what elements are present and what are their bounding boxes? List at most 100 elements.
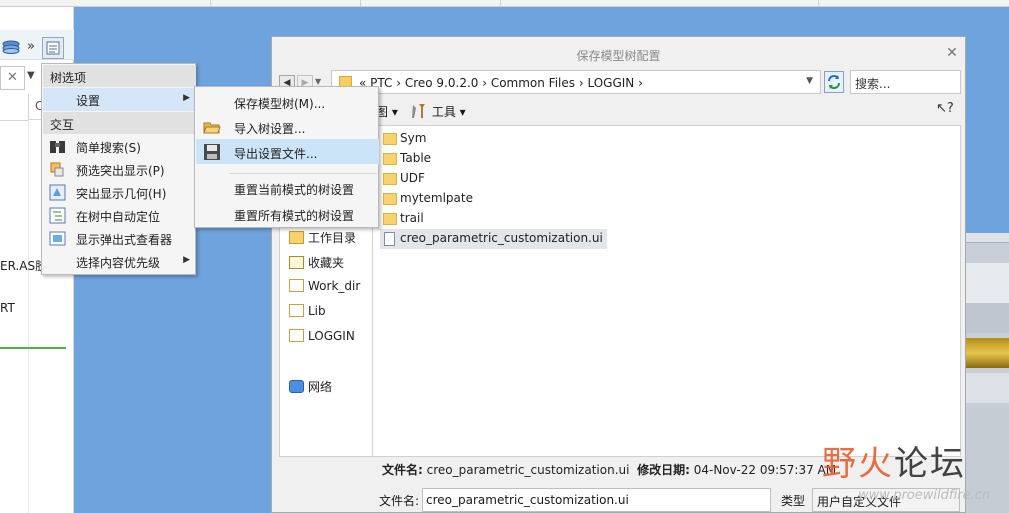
place-label: Work_dir [308,279,361,293]
menu-item-import-tree-settings[interactable]: 导入树设置... [196,114,379,139]
filename-field[interactable]: creo_parametric_customization.ui [422,488,771,512]
place-loggin[interactable]: LOGGIN [289,329,355,343]
place-workdir[interactable]: 工作目录 [289,229,356,246]
top-toolbar-strip [0,0,1009,7]
menu-item-selection-priority[interactable]: 选择内容优先级 ▶ [43,250,196,273]
file-name: mytemlpate [400,191,473,205]
tree-search-input[interactable]: ✕ [0,66,25,90]
filter-dropdown-icon[interactable]: ▼ [27,70,35,81]
filename-label: 文件名: [379,494,420,508]
menu-item-label: 在树中自动定位 [76,210,161,224]
place-work-dir[interactable]: Work_dir [289,279,360,293]
layers-icon[interactable] [2,40,20,54]
tree-item[interactable]: RT [0,301,15,315]
watermark-dark: 论坛 [894,444,966,484]
toolbar-divider [818,0,819,7]
menu-item-export-settings[interactable]: 导出设置文件... [196,139,379,164]
autolocate-icon [49,207,66,224]
folder-icon [289,304,304,317]
workdir-folder-icon [289,231,304,244]
menu-item-reset-current-mode[interactable]: 重置当前模式的树设置 [196,175,379,200]
list-item[interactable]: UDF [380,169,429,189]
column-divider [0,120,28,121]
model-surface [966,303,1009,333]
tools-menu-label: 工具 ▾ [431,105,466,119]
folder-icon [383,153,397,165]
list-item[interactable]: Sym [380,129,430,149]
folder-icon [383,213,397,225]
tree-settings-icon [46,41,60,55]
tree-settings-button[interactable] [42,37,64,59]
info-modified-value: 04-Nov-22 09:57:37 AM [693,463,837,477]
menu-item-label: 设置 [76,94,101,108]
menu-item-autolocate[interactable]: 在树中自动定位 [43,204,196,227]
refresh-button[interactable] [824,71,844,93]
menu-item-label: 预选突出显示(P) [76,164,165,178]
menu-item-reset-all-modes[interactable]: 重置所有模式的树设置 [196,201,379,226]
info-filename-label: 文件名: [382,463,423,477]
file-name: trail [400,211,424,225]
info-filename-value: creo_parametric_customization.ui [426,463,630,477]
tools-icon [412,104,425,118]
place-lib[interactable]: Lib [289,304,326,318]
floppy-icon [204,144,220,160]
preselect-icon [50,162,64,177]
file-name: creo_parametric_customization.ui [400,231,603,245]
folder-icon [383,133,397,145]
place-label: 收藏夹 [308,256,345,270]
file-name: Table [400,151,432,165]
menu-item-label: 导入树设置... [234,122,306,136]
model-surface [966,338,1009,368]
list-item[interactable]: mytemlpate [380,189,477,209]
viewer-icon [49,231,66,246]
toolbar-divider [210,0,211,7]
breadcrumb[interactable]: « PTC › Creo 9.0.2.0 › Common Files › LO… [359,76,643,90]
submenu-arrow-icon: ▶ [183,93,190,103]
refresh-icon [828,75,840,89]
history-dropdown-icon[interactable]: ▼ [315,77,321,86]
menu-item-label: 保存模型树(M)... [234,97,326,111]
binoculars-icon [50,141,65,153]
help-cursor-icon[interactable]: ↖? [936,101,954,116]
chevron-down-icon[interactable]: ▼ [806,76,813,86]
folder-icon [383,193,397,205]
overflow-chevron-icon[interactable]: » [27,39,35,54]
file-name: UDF [400,171,425,185]
menu-item-settings[interactable]: 设置 ▶ [43,88,196,111]
close-icon[interactable]: ✕ [944,45,960,61]
menu-item-preselect-highlight[interactable]: 预选突出显示(P) [43,158,196,181]
menu-item-simple-search[interactable]: 简单搜索(S) [43,135,196,158]
model-surface [966,373,1009,403]
close-icon[interactable]: ✕ [7,70,18,85]
folder-icon [289,279,304,292]
highlight-geometry-icon [49,184,66,201]
menu-item-popup-viewer[interactable]: 显示弹出式查看器 [43,227,196,250]
menu-section-interaction: 交互 [43,112,196,134]
menu-item-save-model-tree[interactable]: 保存模型树(M)... [196,89,379,114]
list-item[interactable]: Table [380,149,435,169]
favorites-icon [289,256,304,269]
folder-icon [289,329,304,342]
place-favorites[interactable]: 收藏夹 [289,254,344,271]
list-item[interactable]: trail [380,209,428,229]
type-label: 类型 [781,494,806,508]
info-modified-label: 修改日期: [637,463,690,477]
column-divider [28,120,29,513]
model-surface [966,233,1009,243]
dialog-title: 保存模型树配置 [576,49,661,63]
menu-item-highlight-geometry[interactable]: 突出显示几何(H) [43,181,196,204]
menu-item-label: 导出设置文件... [234,147,318,161]
open-folder-icon [203,122,221,134]
watermark-url: www.proewildfire.cn [858,488,991,503]
address-bar[interactable]: « PTC › Creo 9.0.2.0 › Common Files › LO… [331,70,821,94]
organize-menu[interactable]: 图 ▾ [376,103,398,120]
place-network[interactable]: 网络 [289,378,332,395]
menu-item-label: 选择内容优先级 [76,256,161,270]
tools-menu[interactable]: 工具 ▾ [410,103,466,120]
file-name: Sym [400,131,427,145]
watermark-logo: 野火论坛 [822,436,966,485]
network-icon [289,380,304,393]
list-item-selected[interactable]: creo_parametric_customization.ui [380,229,607,249]
search-input[interactable]: 搜索... [850,70,961,94]
file-info-line: 文件名: creo_parametric_customization.ui 修改… [382,461,836,478]
